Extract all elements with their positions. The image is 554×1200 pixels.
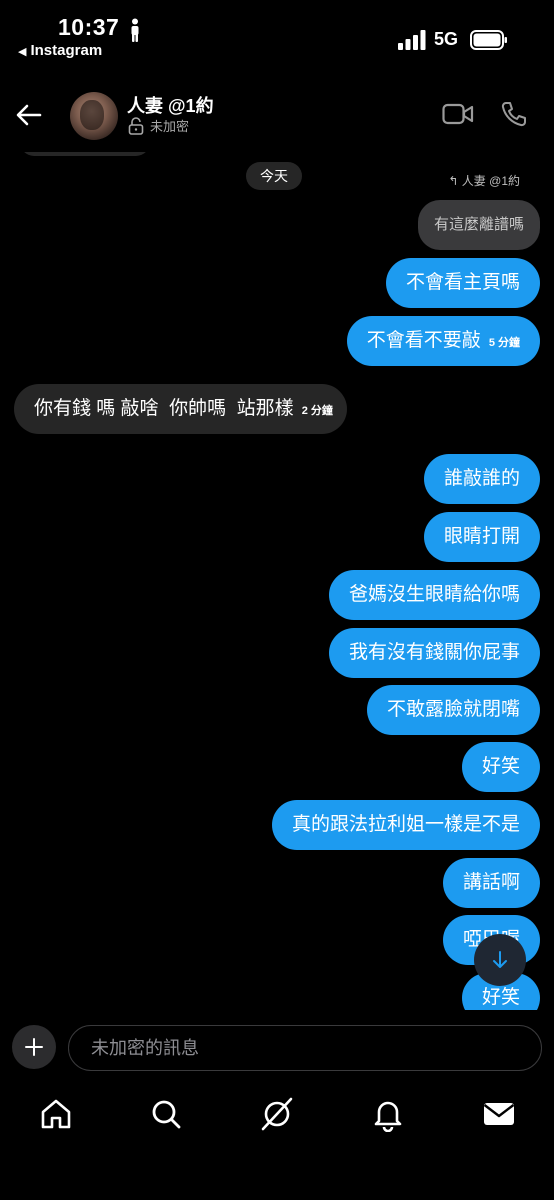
message-bubble[interactable]: 你有錢 嗎 敲啥 你帥嗎 站那樣 2 分鐘: [14, 384, 347, 434]
reply-to-name: 人妻 @1約: [461, 174, 520, 188]
signal-icon: [398, 30, 426, 50]
message-text: 爸媽沒生眼睛給你嗎: [348, 584, 520, 605]
chat-header: 人妻 @1約 未加密: [0, 80, 554, 152]
message-bubble[interactable]: 我有沒有錢關你屁事: [328, 628, 540, 678]
reply-icon: ↰: [448, 174, 462, 188]
message-bubble[interactable]: 不會看不要敲 5 分鐘: [346, 316, 540, 366]
scroll-to-bottom-button[interactable]: [474, 934, 526, 986]
add-attachment-button[interactable]: [12, 1025, 56, 1069]
notifications-icon[interactable]: [370, 1096, 406, 1132]
message-text: 你有錢 嗎 敲啥 你帥嗎 站那樣: [34, 398, 294, 419]
message-bubble[interactable]: 好笑: [461, 742, 540, 792]
message-bubble[interactable]: 真的跟法拉利姐一樣是不是: [271, 800, 540, 850]
back-app-label: Instagram: [30, 42, 103, 59]
date-separator: 今天: [246, 162, 302, 190]
status-bar: 10:37 ◀ Instagram 5G: [0, 0, 554, 70]
battery-icon: [470, 30, 507, 50]
message-text: 不敢露臉就閉嘴: [386, 699, 520, 720]
message-text: 講話啊: [462, 872, 520, 893]
message-text: 真的跟法拉利姐一樣是不是: [291, 814, 520, 835]
avatar[interactable]: [70, 92, 118, 140]
message-text: 我有沒有錢關你屁事: [348, 642, 520, 663]
encryption-status: 未加密: [128, 116, 189, 135]
back-to-app-link[interactable]: ◀ Instagram: [18, 42, 102, 59]
plus-icon: [25, 1038, 43, 1056]
back-triangle-icon: ◀: [18, 46, 27, 58]
bottom-navigation: [0, 1096, 554, 1146]
message-bubble[interactable]: 講話啊: [442, 858, 540, 908]
search-icon[interactable]: [148, 1096, 184, 1132]
network-label: 5G: [434, 29, 459, 49]
message-thread[interactable]: 今天 ↰ 人妻 @1約 有這麼離譜嗎 不會看主頁嗎 不會看不要敲 5 分鐘 你有錢…: [0, 152, 554, 1010]
message-input[interactable]: [68, 1025, 542, 1071]
message-bubble[interactable]: 爸媽沒生眼睛給你嗎: [328, 570, 540, 620]
reply-indicator: ↰ 人妻 @1約: [448, 172, 520, 189]
back-arrow-icon[interactable]: [14, 100, 44, 130]
arrow-down-icon: [493, 951, 507, 968]
quoted-message[interactable]: 有這麼離譜嗎: [417, 200, 540, 250]
message-text: 眼睛打開: [443, 526, 520, 547]
messages-icon[interactable]: [481, 1096, 517, 1132]
message-bubble[interactable]: 不敢露臉就閉嘴: [366, 685, 540, 735]
message-bubble[interactable]: 誰敲誰的: [423, 454, 540, 504]
encryption-label: 未加密: [150, 119, 190, 134]
message-text: 不會看主頁嗎: [405, 272, 520, 293]
home-icon[interactable]: [38, 1096, 74, 1132]
message-text: 好笑: [481, 756, 520, 777]
person-icon: [131, 18, 139, 42]
phone-call-icon[interactable]: [500, 100, 528, 128]
message-text: 好笑: [481, 987, 520, 1008]
message-bubble[interactable]: 眼睛打開: [423, 512, 540, 562]
message-timestamp: 2 分鐘: [301, 405, 333, 417]
explore-icon[interactable]: [259, 1096, 295, 1132]
previous-message-edge: [20, 152, 150, 156]
video-call-icon[interactable]: [442, 102, 474, 126]
message-text: 誰敲誰的: [443, 468, 520, 489]
message-bubble[interactable]: 不會看主頁嗎: [385, 258, 540, 308]
contact-name[interactable]: 人妻 @1約: [127, 92, 214, 118]
status-time: 10:37: [58, 14, 120, 40]
message-text: 不會看不要敲: [366, 330, 481, 351]
message-timestamp: 5 分鐘: [488, 337, 520, 349]
unlock-icon: [128, 116, 144, 135]
